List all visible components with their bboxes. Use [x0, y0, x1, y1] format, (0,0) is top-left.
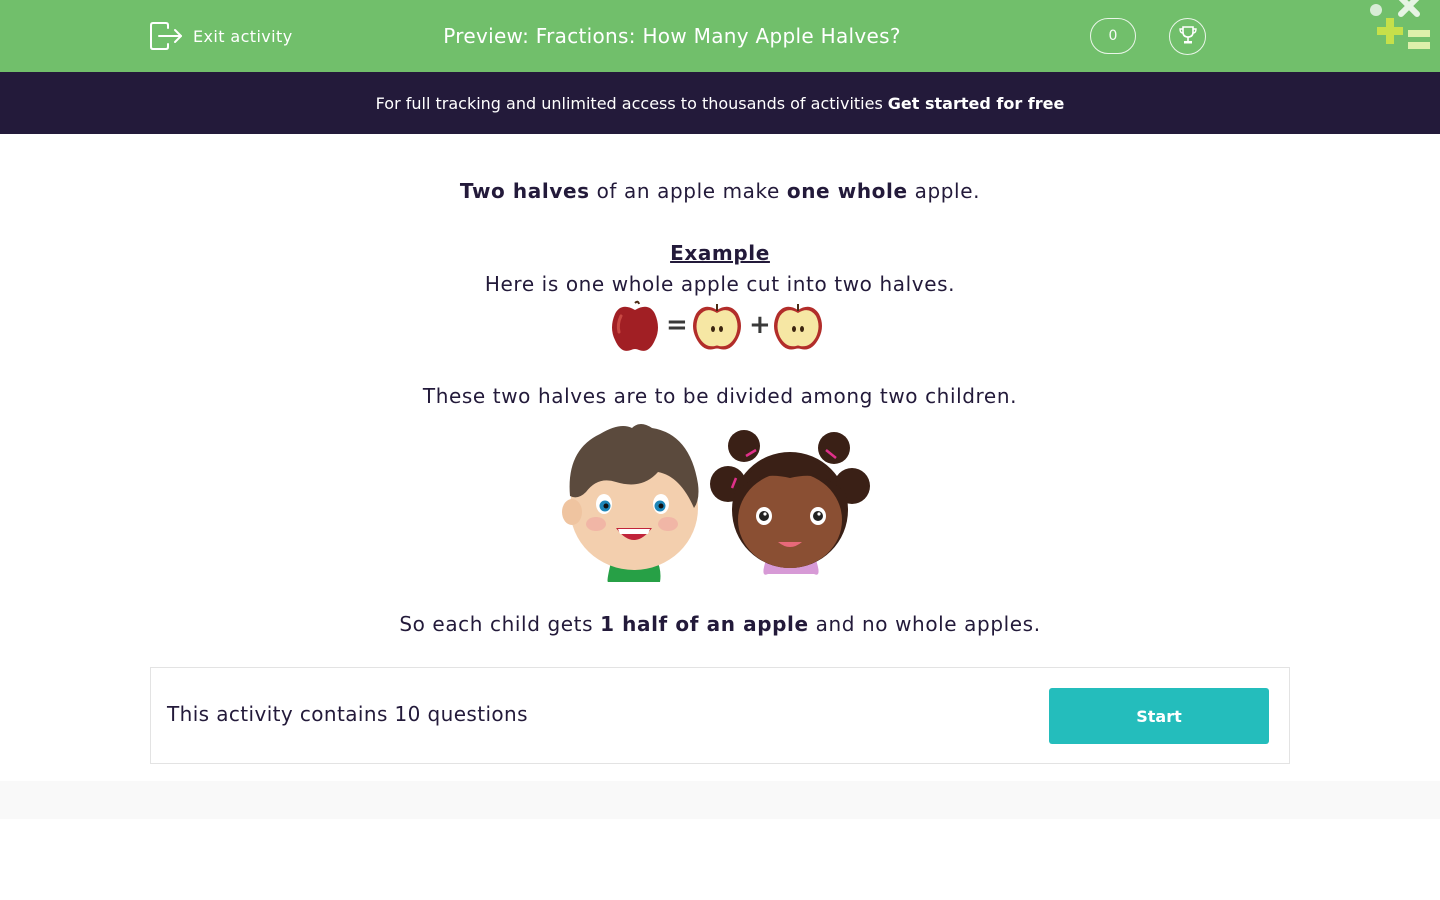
plus-sign: +: [749, 310, 771, 340]
whole-apple-icon: [609, 300, 661, 358]
conclusion-text-part1: So each child gets: [399, 612, 601, 636]
girl-icon: [710, 430, 870, 575]
equals-sign: =: [666, 310, 688, 340]
conclusion-bold: 1 half of an apple: [600, 612, 809, 636]
score-badge: 0: [1090, 18, 1136, 54]
intro-bold-one-whole: one whole: [786, 179, 908, 203]
example-heading: Example: [670, 241, 770, 265]
intro-text-part2: of an apple make: [589, 179, 787, 203]
page-title: Preview: Fractions: How Many Apple Halve…: [443, 24, 901, 48]
trophy-button[interactable]: [1169, 18, 1206, 55]
start-button[interactable]: Start: [1049, 688, 1269, 744]
boy-icon: [562, 424, 699, 582]
children-text: These two halves are to be divided among…: [422, 384, 1018, 408]
top-bar: Exit activity Preview: Fractions: How Ma…: [0, 0, 1440, 72]
promo-text: For full tracking and unlimited access t…: [375, 93, 883, 113]
intro-text: Two halves of an apple make one whole ap…: [0, 179, 1440, 203]
trophy-icon: [1177, 24, 1199, 50]
conclusion-text-part3: and no whole apples.: [808, 612, 1041, 636]
children-illustration: [560, 420, 880, 582]
start-panel: This activity contains 10 questions Star…: [150, 667, 1290, 764]
intro-text-part4: apple.: [907, 179, 981, 203]
apple-half-icon: [771, 302, 825, 358]
brand-logo: [1366, 0, 1440, 56]
example-text: Here is one whole apple cut into two hal…: [484, 272, 956, 296]
promo-banner: For full tracking and unlimited access t…: [0, 72, 1440, 134]
question-count-text: This activity contains 10 questions: [167, 702, 528, 726]
intro-bold-two-halves: Two halves: [459, 179, 590, 203]
apple-equation: = +: [0, 300, 1440, 356]
conclusion-text: So each child gets 1 half of an apple an…: [0, 612, 1440, 636]
apple-half-icon: [690, 302, 744, 358]
get-started-link[interactable]: Get started for free: [888, 94, 1065, 113]
footer-band: [0, 781, 1440, 819]
